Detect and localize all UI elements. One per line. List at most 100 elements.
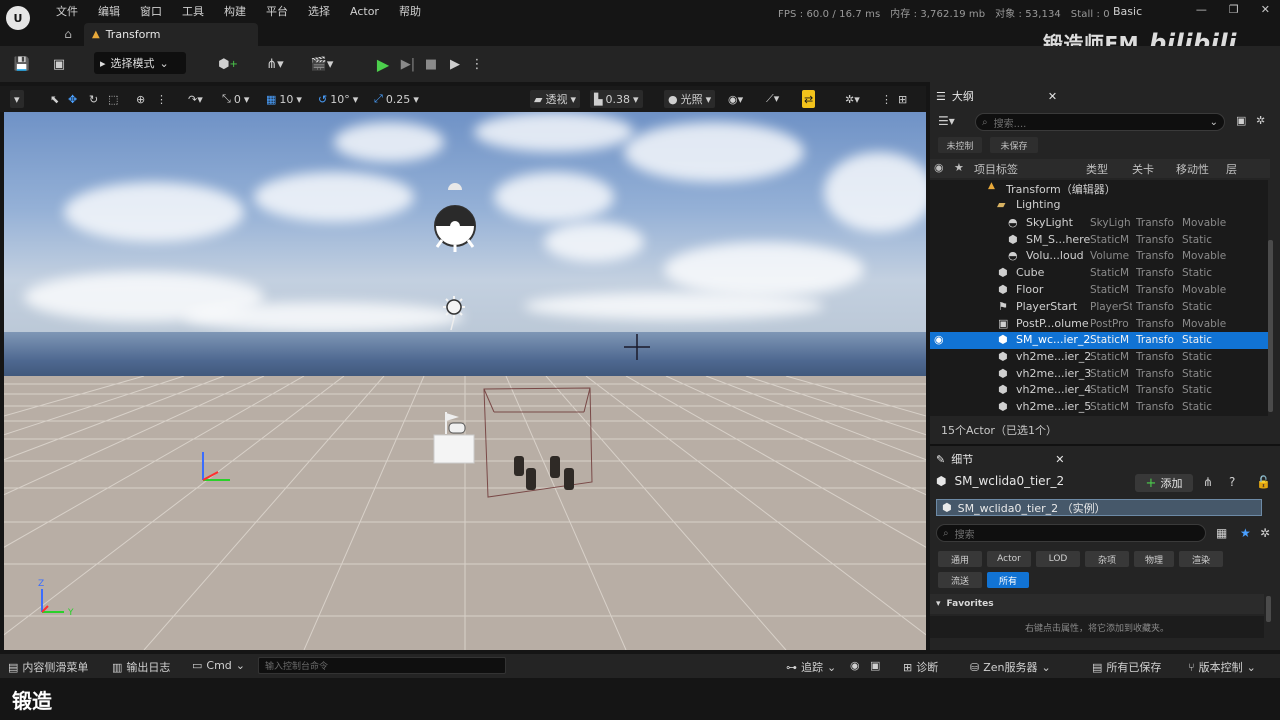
- viewport-options-icon[interactable]: ▾: [10, 90, 24, 108]
- save-icon[interactable]: 💾: [12, 53, 32, 75]
- record-icon[interactable]: ◉: [850, 659, 860, 672]
- menu-platform[interactable]: 平台: [266, 3, 288, 19]
- angle-snap[interactable]: ↺ 10° ▾: [318, 90, 358, 108]
- tree-row-root[interactable]: ▲ Transform（编辑器）: [930, 180, 1268, 197]
- col-mobility[interactable]: 移动性: [1176, 161, 1209, 177]
- favorites-section-header[interactable]: ▾ Favorites: [930, 594, 1264, 614]
- star-icon[interactable]: ★: [1240, 526, 1251, 540]
- menu-file[interactable]: 文件: [56, 3, 78, 19]
- menu-tools[interactable]: 工具: [182, 3, 204, 19]
- camera-speed[interactable]: ▙ 0.38 ▾: [590, 90, 643, 108]
- add-component-button[interactable]: + 添加: [1135, 474, 1193, 492]
- filter-rendering[interactable]: 渲染: [1179, 551, 1223, 567]
- menu-edit[interactable]: 编辑: [98, 3, 120, 19]
- lock-icon[interactable]: 🔓: [1256, 475, 1271, 489]
- close-icon[interactable]: ✕: [1055, 453, 1064, 466]
- rotate-snap[interactable]: ⤡ 0 ▾: [222, 90, 249, 108]
- cinematics-icon[interactable]: 🎬▾: [304, 53, 340, 75]
- eject-icon[interactable]: ▶: [444, 53, 466, 75]
- table-row[interactable]: ⬢ vh2me...ier_4 StaticM Transfo Static: [930, 382, 1268, 399]
- layout-preset[interactable]: Basic: [1113, 5, 1142, 18]
- outliner-search-input[interactable]: ⌕ 搜索.... ⌄: [975, 113, 1225, 131]
- grid-snap[interactable]: ▦ 10 ▾: [266, 90, 302, 108]
- tree-row-folder[interactable]: ▰ Lighting: [930, 197, 1268, 214]
- table-view-icon[interactable]: ▦: [1216, 526, 1227, 540]
- show-flags-icon[interactable]: ◉▾: [728, 90, 743, 108]
- cmd-dropdown[interactable]: ▭ Cmd ⌄: [192, 659, 245, 672]
- col-type[interactable]: 类型: [1086, 161, 1108, 177]
- move-tool-icon[interactable]: ✥: [68, 90, 77, 108]
- performance-icon[interactable]: ⟋▾: [766, 90, 779, 108]
- filter-icon[interactable]: ☰▾: [938, 114, 955, 128]
- close-icon[interactable]: ✕: [1048, 90, 1057, 103]
- filter-lod[interactable]: LOD: [1036, 551, 1080, 567]
- level-viewport[interactable]: Z Y: [4, 112, 926, 650]
- table-row[interactable]: ⚑ PlayerStart PlayerSt Transfo Static: [930, 299, 1268, 316]
- details-search-input[interactable]: ⌕ 搜索: [936, 524, 1206, 542]
- add-actor-icon[interactable]: ⬢ +: [212, 53, 244, 75]
- table-row[interactable]: ⬢ SM_S...here StaticM Transfo Static: [930, 232, 1268, 249]
- selected-mesh[interactable]: [514, 456, 574, 490]
- realtime-icon[interactable]: ⇄: [802, 90, 816, 108]
- visibility-icon[interactable]: ◉: [934, 161, 944, 174]
- table-row[interactable]: ⬢ Cube StaticM Transfo Static: [930, 265, 1268, 282]
- star-icon[interactable]: ★: [954, 161, 964, 174]
- view-mode-dropdown[interactable]: ▰ 透视 ▾: [530, 90, 580, 108]
- directional-light-icon[interactable]: [443, 296, 465, 331]
- stop-icon[interactable]: ■: [422, 53, 440, 75]
- filter-misc[interactable]: 杂项: [1085, 551, 1129, 567]
- table-row[interactable]: ⬢ vh2me...ier_3 StaticM Transfo Static: [930, 366, 1268, 383]
- scale-snap[interactable]: ⤢ 0.25 ▾: [374, 90, 419, 108]
- rotate-tool-icon[interactable]: ↻: [89, 90, 98, 108]
- filter-general[interactable]: 通用: [938, 551, 982, 567]
- table-row[interactable]: ⬢ Floor StaticM Transfo Movable: [930, 282, 1268, 299]
- settings-icon[interactable]: ✲▾: [845, 90, 860, 108]
- menu-window[interactable]: 窗口: [140, 3, 162, 19]
- filter-actor[interactable]: Actor: [987, 551, 1031, 567]
- table-row[interactable]: ⬢ vh2me...ier_2 StaticM Transfo Static: [930, 349, 1268, 366]
- component-instance-row[interactable]: ⬢ SM_wclida0_tier_2 （实例）: [936, 499, 1262, 516]
- trace-dropdown[interactable]: ⊶ 追踪 ⌄: [786, 659, 836, 675]
- zen-server-dropdown[interactable]: ⛁ Zen服务器 ⌄: [970, 659, 1051, 675]
- close-window-icon[interactable]: ✕: [1261, 3, 1270, 16]
- outliner-scrollbar[interactable]: [1268, 240, 1273, 412]
- menu-select[interactable]: 选择: [308, 3, 330, 19]
- restore-icon[interactable]: ❐: [1229, 3, 1239, 16]
- chevron-down-icon[interactable]: ⌄: [1210, 117, 1218, 128]
- chip-uncontrolled[interactable]: 未控制: [938, 137, 982, 153]
- col-label[interactable]: 项目标签: [974, 161, 1018, 177]
- filter-streaming[interactable]: 流送: [938, 572, 982, 588]
- source-control-dropdown[interactable]: ⑂ 版本控制 ⌄: [1188, 659, 1256, 675]
- outliner-tab[interactable]: ☰ 大纲 ✕: [932, 83, 1057, 109]
- lit-mode-dropdown[interactable]: ● 光照 ▾: [664, 90, 716, 108]
- home-icon[interactable]: ⌂: [56, 23, 80, 45]
- viewport-more-icon[interactable]: ⋮: [881, 90, 892, 108]
- console-command-input[interactable]: 输入控制台命令: [258, 657, 506, 674]
- table-row-selected[interactable]: ◉ ⬢ SM_wc...ier_2 StaticM Transfo Static: [930, 332, 1268, 349]
- select-tool-icon[interactable]: ⬉: [50, 90, 59, 108]
- minimize-icon[interactable]: —: [1196, 3, 1207, 16]
- filter-physics[interactable]: 物理: [1134, 551, 1174, 567]
- browse-icon[interactable]: ▣: [48, 53, 70, 75]
- play-options-icon[interactable]: ⋮: [470, 53, 484, 75]
- step-icon[interactable]: ▶|: [398, 53, 418, 75]
- unreal-logo-icon[interactable]: U: [6, 6, 30, 30]
- table-row[interactable]: ◓ Volu...loud Volume Transfo Movable: [930, 248, 1268, 265]
- output-log-button[interactable]: ▥ 输出日志: [112, 659, 170, 675]
- table-row[interactable]: ◓ SkyLight SkyLigh Transfo Movable: [930, 215, 1268, 232]
- outliner-settings-icon[interactable]: ✲: [1256, 114, 1265, 127]
- transform-gizmo[interactable]: [202, 452, 230, 481]
- col-level[interactable]: 关卡: [1132, 161, 1154, 177]
- more-icon[interactable]: ⋮: [156, 90, 167, 108]
- skylight-icon[interactable]: [434, 183, 476, 252]
- filter-all[interactable]: 所有: [987, 572, 1029, 588]
- player-start-icon[interactable]: [433, 412, 475, 464]
- play-icon[interactable]: ▶: [372, 53, 394, 75]
- scale-tool-icon[interactable]: ⬚: [108, 90, 118, 108]
- menu-actor[interactable]: Actor: [350, 5, 379, 18]
- save-all-button[interactable]: ▤ 所有已保存: [1092, 659, 1161, 675]
- tab-transform[interactable]: ▲ Transform: [84, 23, 258, 46]
- select-mode-dropdown[interactable]: ▸ 选择模式 ⌄: [94, 52, 186, 74]
- menu-build[interactable]: 构建: [224, 3, 246, 19]
- content-drawer-button[interactable]: ▤ 内容侧滑菜单: [8, 659, 88, 675]
